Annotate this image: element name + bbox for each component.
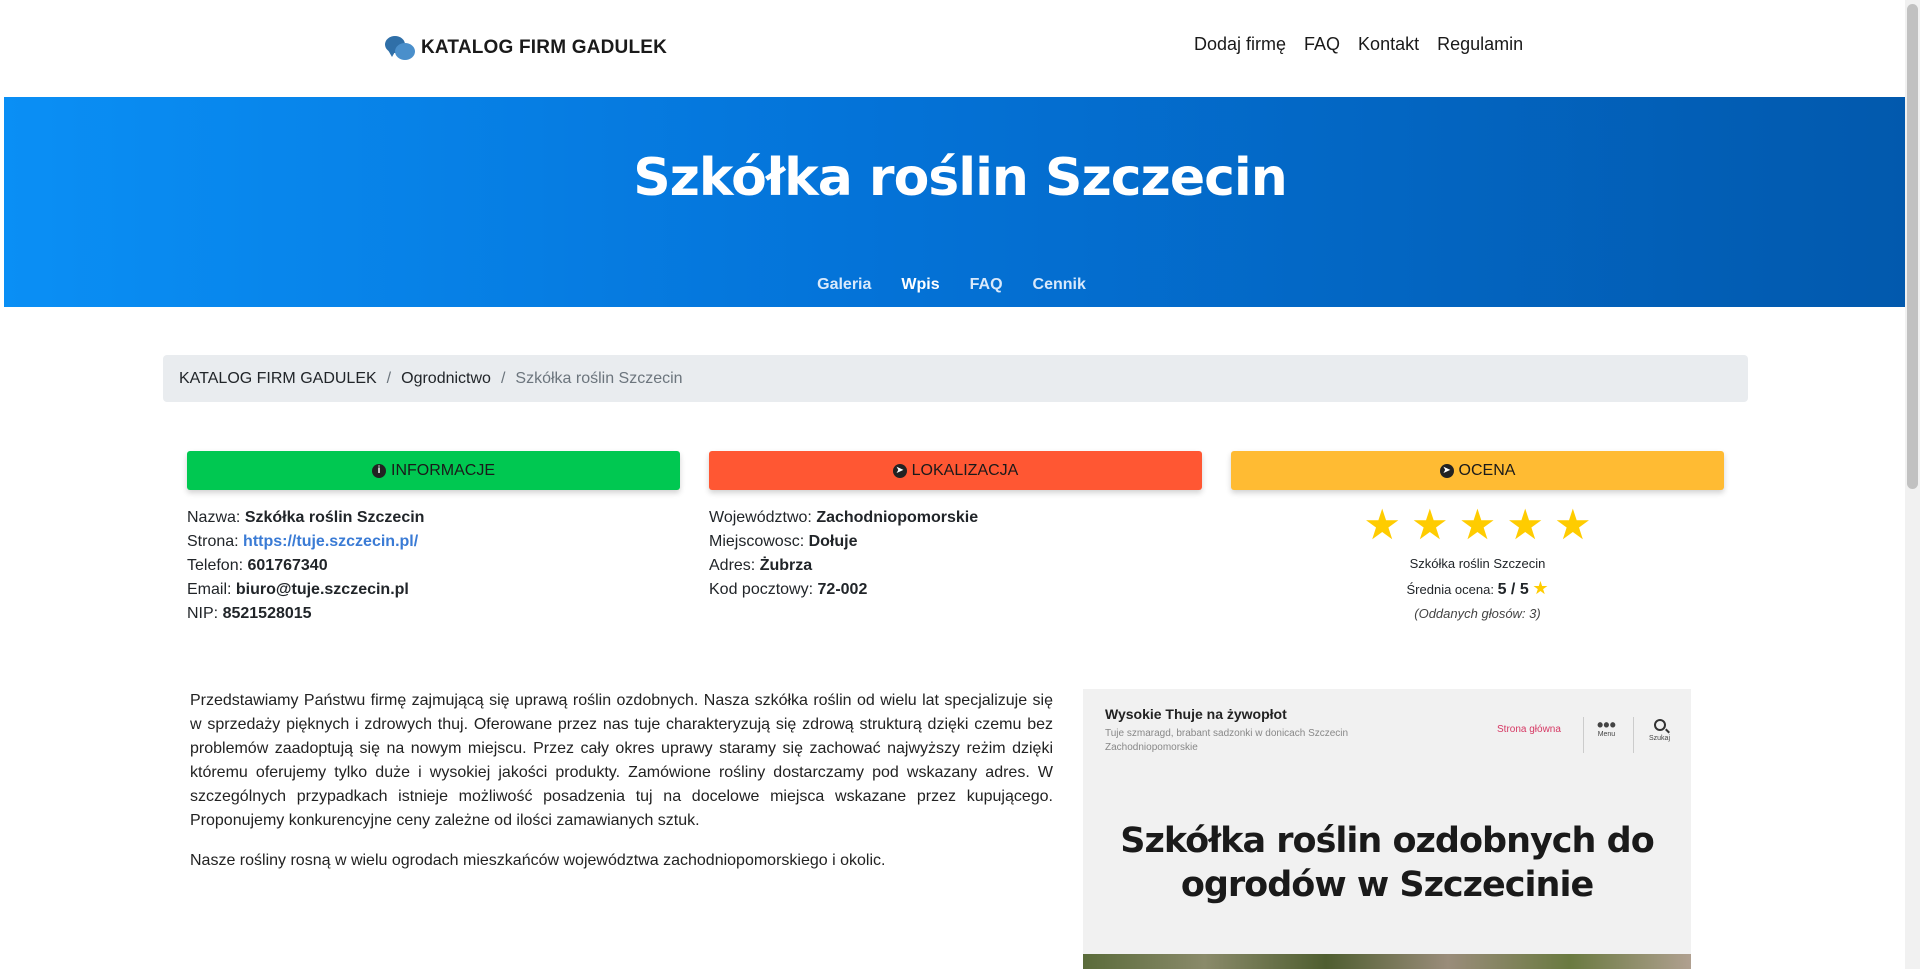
preview-search: Szukaj [1649, 719, 1670, 742]
postal-value: 72-002 [817, 581, 868, 598]
compass-icon: ➤ [1439, 463, 1454, 478]
nav-add-company[interactable]: Dodaj firmę [1194, 34, 1286, 55]
rating-card-title: OCENA [1458, 461, 1516, 479]
rating-summary: Szkółka roślin Szczecin Średnia ocena: 5… [1231, 552, 1724, 626]
voivodeship-value: Zachodniopomorskie [816, 509, 979, 526]
main-nav: Dodaj firmę FAQ Kontakt Regulamin [1194, 34, 1523, 55]
breadcrumb-separator: / [386, 369, 392, 387]
info-nip-row: NIP: 8521528015 [187, 602, 680, 626]
rating-card: ➤ OCENA ★ ★ ★ ★ ★ Szkółka roślin Szczeci… [1231, 451, 1724, 626]
voivodeship-label: Województwo: [709, 509, 812, 526]
compass-icon: ➤ [892, 463, 907, 478]
info-site-row: Strona: https://tuje.szczecin.pl/ [187, 530, 680, 554]
company-website-link[interactable]: https://tuje.szczecin.pl/ [243, 533, 418, 550]
info-site-label: Strona: [187, 533, 239, 550]
location-card-title: LOKALIZACJA [911, 461, 1019, 479]
info-email-row: Email: biuro@tuje.szczecin.pl [187, 578, 680, 602]
location-city-row: Miejscowosc: Dołuje [709, 530, 1202, 554]
preview-home-link: Strona główna [1497, 724, 1561, 735]
tab-pricing[interactable]: Cennik [1033, 276, 1086, 294]
nav-faq[interactable]: FAQ [1304, 34, 1340, 55]
rating-average-value: 5 / 5 [1497, 581, 1529, 598]
location-card: ➤ LOKALIZACJA Województwo: Zachodniopomo… [709, 451, 1202, 602]
info-name-label: Nazwa: [187, 509, 241, 526]
scrollbar[interactable] [1905, 0, 1920, 969]
info-circle-icon: i [372, 463, 386, 478]
info-card-header: i INFORMACJE [187, 451, 680, 490]
page-title: Szkółka roślin Szczecin [633, 148, 1288, 208]
info-phone-label: Telefon: [187, 557, 244, 574]
location-voivodeship-row: Województwo: Zachodniopomorskie [709, 506, 1202, 530]
tab-entry[interactable]: Wpis [901, 276, 939, 294]
nav-terms[interactable]: Regulamin [1437, 34, 1523, 55]
breadcrumb-home[interactable]: KATALOG FIRM GADULEK [179, 370, 377, 388]
preview-tagline: Tuje szmaragd, brabant sadzonki w donica… [1105, 728, 1349, 753]
rating-company-name: Szkółka roślin Szczecin [1409, 556, 1546, 571]
info-email-value: biuro@tuje.szczecin.pl [235, 581, 409, 598]
preview-search-label: Szukaj [1649, 735, 1671, 742]
tab-faq[interactable]: FAQ [970, 276, 1003, 294]
breadcrumb: KATALOG FIRM GADULEK / Ogrodnictwo / Szk… [163, 355, 1748, 402]
rating-average-label: Średnia ocena: [1406, 582, 1494, 597]
rating-average-row: Średnia ocena: 5 / 5 ★ [1231, 576, 1724, 602]
more-dots-icon: ••• [1597, 715, 1616, 735]
nav-contact[interactable]: Kontakt [1358, 34, 1419, 55]
preview-headline: Szkółka roślin ozdobnych do ogrodów w Sz… [1120, 821, 1655, 905]
description-paragraph: Przedstawiamy Państwu firmę zajmującą si… [190, 692, 1053, 829]
address-value: Żubrza [759, 557, 813, 574]
star-icon[interactable]: ★ [1459, 504, 1497, 546]
info-nip-label: NIP: [187, 605, 219, 622]
preview-divider [1633, 717, 1634, 753]
info-phone-value: 601767340 [247, 557, 328, 574]
star-icon[interactable]: ★ [1506, 504, 1544, 546]
city-label: Miejscowosc: [709, 533, 805, 550]
hero-tabs: Galeria Wpis FAQ Cennik [0, 276, 1903, 294]
website-preview-image[interactable]: Wysokie Thuje na żywopłot Tuje szmaragd,… [1083, 689, 1691, 969]
description-paragraph: Nasze rośliny rosną w wielu ogrodach mie… [190, 852, 886, 869]
location-address-row: Adres: Żubrza [709, 554, 1202, 578]
info-name-value: Szkółka roślin Szczecin [244, 509, 425, 526]
preview-garden-photo [1083, 954, 1691, 969]
postal-label: Kod pocztowy: [709, 581, 814, 598]
info-phone-row: Telefon: 601767340 [187, 554, 680, 578]
address-label: Adres: [709, 557, 756, 574]
location-card-header: ➤ LOKALIZACJA [709, 451, 1202, 490]
company-description: Przedstawiamy Państwu firmę zajmującą si… [190, 689, 1053, 889]
scrollbar-thumb[interactable] [1907, 4, 1918, 489]
preview-menu-label: Menu [1597, 731, 1616, 738]
info-card-title: INFORMACJE [391, 461, 495, 479]
brand-link[interactable]: KATALOG FIRM GADULEK [385, 34, 667, 62]
tab-gallery[interactable]: Galeria [817, 276, 871, 294]
info-card: i INFORMACJE Nazwa: Szkółka roślin Szcze… [187, 451, 680, 626]
city-value: Dołuje [808, 533, 858, 550]
rating-votes-count: (Oddanych głosów: 3) [1414, 606, 1541, 621]
preview-menu: ••• Menu [1597, 715, 1616, 738]
rating-card-header: ➤ OCENA [1231, 451, 1724, 490]
breadcrumb-current: Szkółka roślin Szczecin [515, 369, 683, 387]
info-email-label: Email: [187, 581, 232, 598]
star-icon[interactable]: ★ [1363, 504, 1401, 546]
top-navbar: KATALOG FIRM GADULEK Dodaj firmę FAQ Kon… [0, 0, 1906, 96]
rating-stars: ★ ★ ★ ★ ★ [1231, 504, 1724, 546]
info-name-row: Nazwa: Szkółka roślin Szczecin [187, 506, 680, 530]
chat-bubbles-logo-icon [385, 34, 415, 62]
brand-name: KATALOG FIRM GADULEK [421, 37, 668, 58]
location-postal-row: Kod pocztowy: 72-002 [709, 578, 1202, 602]
info-nip-value: 8521528015 [222, 605, 312, 622]
star-icon[interactable]: ★ [1411, 504, 1449, 546]
location-card-body: Województwo: Zachodniopomorskie Miejscow… [709, 490, 1202, 602]
star-icon: ★ [1532, 578, 1549, 598]
breadcrumb-category[interactable]: Ogrodnictwo [401, 370, 491, 388]
breadcrumb-separator: / [500, 369, 506, 387]
star-icon[interactable]: ★ [1554, 504, 1592, 546]
preview-divider [1583, 717, 1584, 753]
info-card-body: Nazwa: Szkółka roślin Szczecin Strona: h… [187, 490, 680, 626]
search-icon [1653, 719, 1666, 731]
preview-site-title: Wysokie Thuje na żywopłot [1105, 706, 1287, 722]
